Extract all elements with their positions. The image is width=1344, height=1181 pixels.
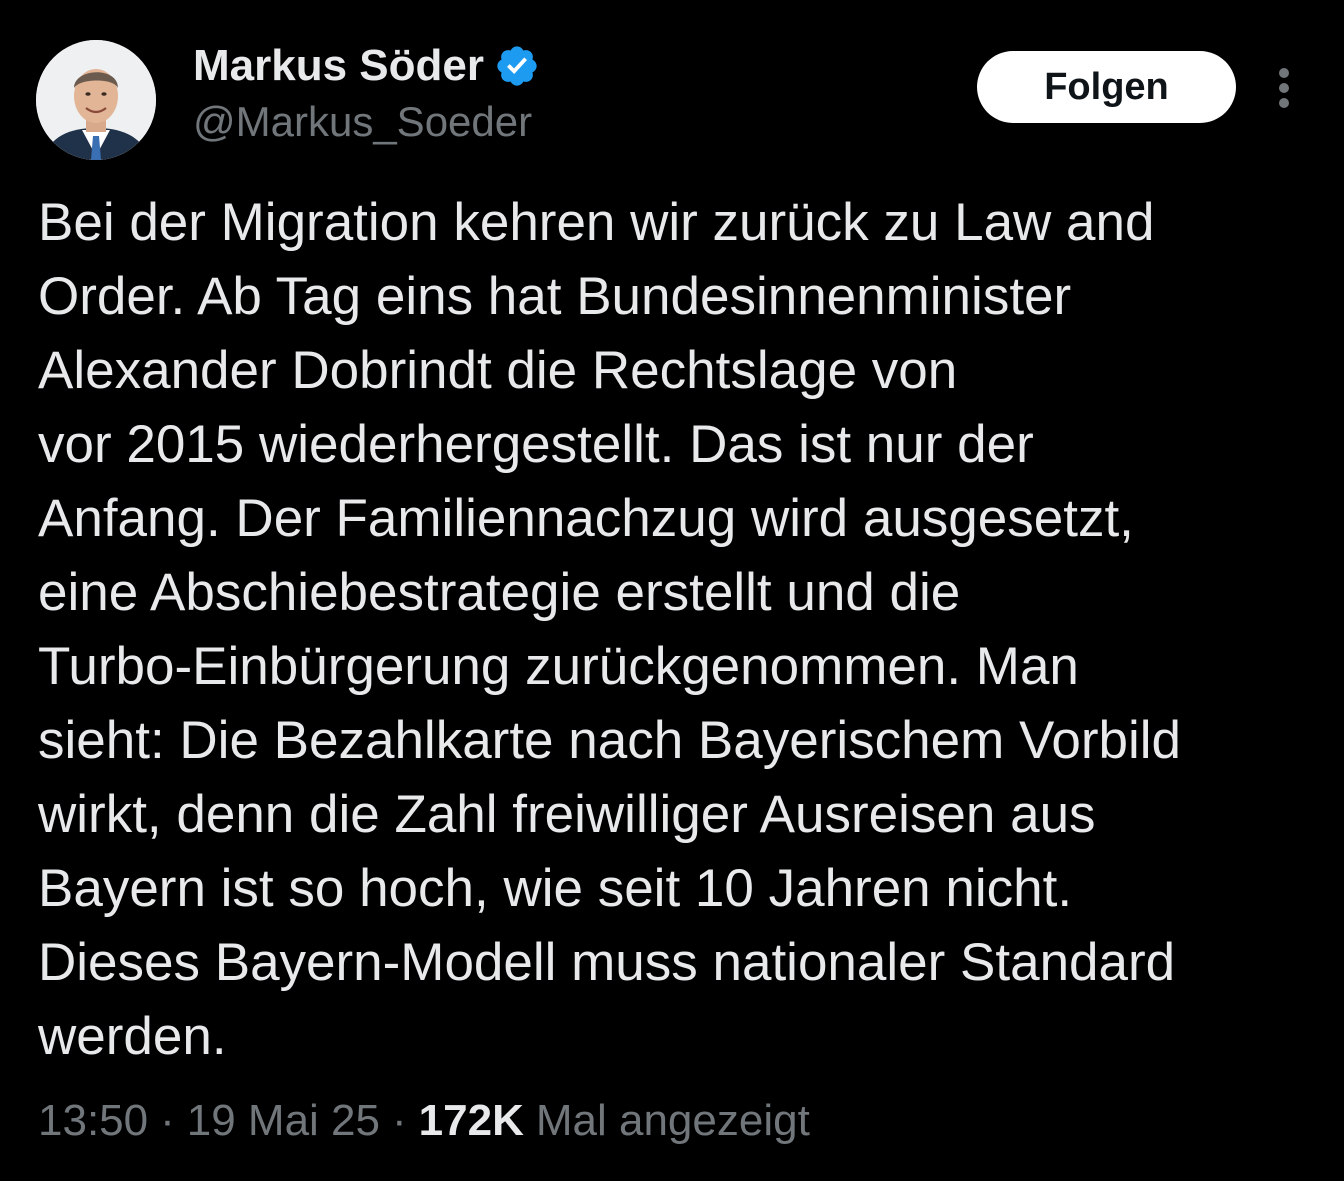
tweet-text-line: wirkt, denn die Zahl freiwilliger Ausrei… <box>38 785 1096 844</box>
tweet-text-line: Dieses Bayern-Modell muss nationaler Sta… <box>38 933 1176 992</box>
tweet-time[interactable]: 13:50 <box>38 1096 148 1146</box>
author-display-name[interactable]: Markus Söder <box>193 41 484 91</box>
meta-separator: · <box>392 1096 407 1145</box>
tweet-text: Bei der Migration kehren wir zurück zu L… <box>38 186 1318 1074</box>
views-count: 172K <box>418 1096 524 1145</box>
meta-separator: · <box>160 1096 175 1145</box>
tweet-text-line: Anfang. Der Familiennachzug wird ausgese… <box>38 489 1134 548</box>
tweet-text-line: Bei der Migration kehren wir zurück zu L… <box>38 193 1155 252</box>
profile-photo <box>36 40 156 160</box>
author-name-row: Markus Söder <box>193 40 540 92</box>
more-vertical-icon <box>1279 68 1289 108</box>
follow-button[interactable]: Folgen <box>977 51 1236 123</box>
tweet-text-line: vor 2015 wiederhergestellt. Das ist nur … <box>38 415 1034 474</box>
tweet-text-line: sieht: Die Bezahlkarte nach Bayerischem … <box>38 711 1182 770</box>
tweet-card: Markus Söder @Markus_Soeder Folgen Bei d… <box>0 0 1344 1181</box>
tweet-text-line: werden. <box>38 1007 227 1066</box>
tweet-text-line: Turbo-Einbürgerung zurückgenommen. Man <box>38 637 1079 696</box>
tweet-meta: 13:50 · 19 Mai 25 · 172K Mal angezeigt <box>38 1096 810 1146</box>
author-handle[interactable]: @Markus_Soeder <box>193 98 532 146</box>
more-options-button[interactable] <box>1263 62 1305 114</box>
tweet-text-line: Bayern ist so hoch, wie seit 10 Jahren n… <box>38 859 1073 918</box>
tweet-date[interactable]: 19 Mai 25 <box>187 1096 380 1146</box>
tweet-text-line: Alexander Dobrindt die Rechtslage von <box>38 341 958 400</box>
tweet-text-line: eine Abschiebestrategie erstellt und die <box>38 563 961 622</box>
tweet-text-line: Order. Ab Tag eins hat Bundesinnenminist… <box>38 267 1072 326</box>
views-label: Mal angezeigt <box>535 1096 810 1145</box>
avatar[interactable] <box>36 40 156 160</box>
verified-badge-icon[interactable] <box>494 43 540 89</box>
